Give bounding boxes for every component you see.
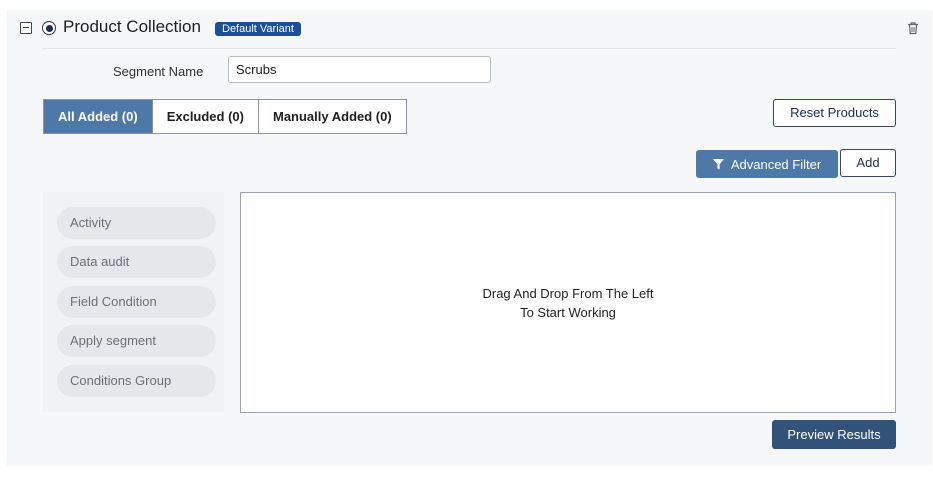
added-tabs: All Added (0) Excluded (0) Manually Adde… bbox=[43, 99, 407, 134]
palette-item-conditions-group[interactable]: Conditions Group bbox=[57, 365, 216, 397]
default-variant-badge: Default Variant bbox=[215, 22, 301, 36]
advanced-filter-label: Advanced Filter bbox=[730, 156, 822, 172]
drop-canvas[interactable]: Drag And Drop From The Left To Start Wor… bbox=[240, 192, 896, 413]
advanced-filter-button[interactable]: Advanced Filter bbox=[696, 150, 838, 178]
segment-panel: Product Collection Default Variant Segme… bbox=[7, 10, 932, 466]
radio-icon[interactable] bbox=[42, 21, 56, 35]
segment-name-input[interactable] bbox=[228, 56, 491, 83]
filter-icon bbox=[712, 158, 724, 169]
palette-item-apply-segment[interactable]: Apply segment bbox=[57, 325, 216, 357]
drop-hint-line-1: Drag And Drop From The Left bbox=[482, 286, 654, 301]
tab-manually-added[interactable]: Manually Added (0) bbox=[259, 100, 406, 133]
tab-excluded[interactable]: Excluded (0) bbox=[153, 100, 259, 133]
tab-all-added[interactable]: All Added (0) bbox=[44, 100, 153, 133]
segment-name-label: Segment Name bbox=[113, 64, 204, 79]
panel-header: Product Collection Default Variant bbox=[7, 10, 932, 48]
drop-hint-line-2: To Start Working bbox=[520, 305, 616, 320]
add-button[interactable]: Add bbox=[840, 149, 896, 177]
header-divider bbox=[43, 48, 896, 49]
palette-item-activity[interactable]: Activity bbox=[57, 207, 216, 239]
palette-item-data-audit[interactable]: Data audit bbox=[57, 246, 216, 278]
collection-title: Product Collection bbox=[63, 17, 201, 36]
trash-icon[interactable] bbox=[906, 21, 920, 35]
preview-results-button[interactable]: Preview Results bbox=[772, 420, 896, 449]
condition-palette: Activity Data audit Field Condition Appl… bbox=[43, 192, 224, 412]
drop-hint: Drag And Drop From The Left To Start Wor… bbox=[241, 284, 895, 322]
collapse-icon[interactable] bbox=[20, 22, 32, 34]
reset-products-button[interactable]: Reset Products bbox=[773, 99, 896, 127]
palette-item-field-condition[interactable]: Field Condition bbox=[57, 286, 216, 318]
